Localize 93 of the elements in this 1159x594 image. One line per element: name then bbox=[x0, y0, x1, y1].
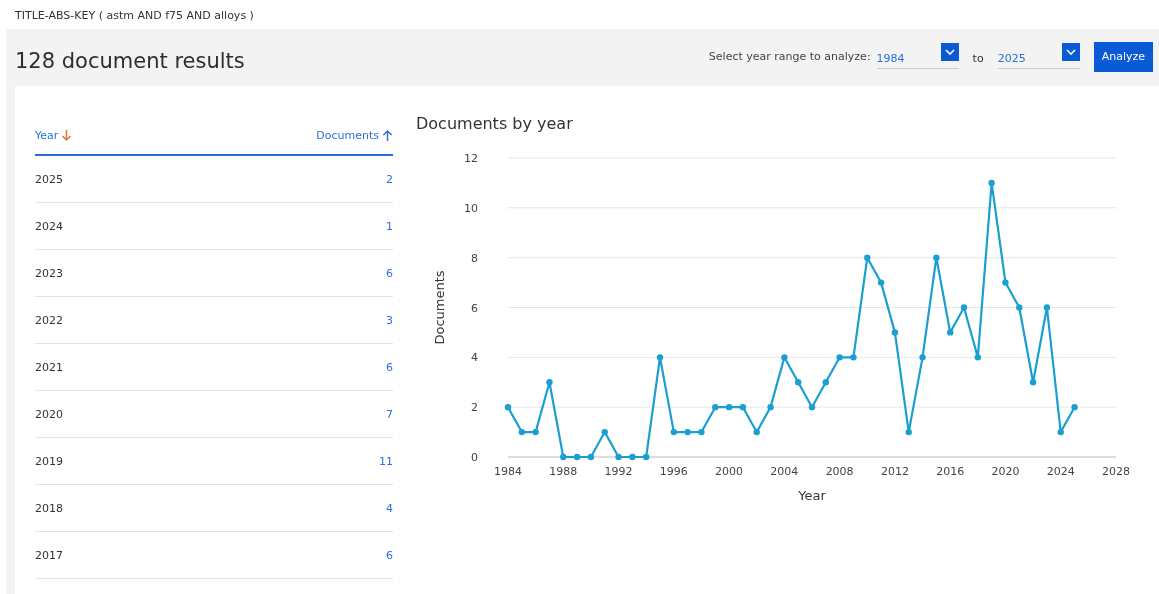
point bbox=[808, 403, 816, 411]
point bbox=[518, 428, 526, 436]
chart-title: Documents by year bbox=[416, 114, 574, 135]
axis-tick-label: 0 bbox=[471, 451, 478, 464]
axis-tick-label: 1996 bbox=[659, 465, 688, 478]
column-header[interactable]: Documents bbox=[316, 116, 393, 154]
axis-tick-label: 2004 bbox=[770, 465, 799, 478]
document-count-link[interactable]: 11 bbox=[379, 454, 393, 468]
document-count-link[interactable]: 6 bbox=[386, 548, 393, 562]
document-count-link[interactable]: 1 bbox=[386, 219, 393, 233]
year-dropdown[interactable]: 1984 bbox=[876, 44, 959, 69]
point bbox=[615, 453, 622, 461]
point bbox=[781, 354, 788, 361]
analyze-button[interactable]: Analyze bbox=[1093, 41, 1153, 72]
results-title: 128 document results bbox=[15, 48, 245, 73]
point bbox=[753, 428, 760, 436]
axis-tick-label: 2024 bbox=[1046, 465, 1075, 478]
axis-tick-label: 2008 bbox=[825, 465, 854, 478]
axis-tick-label: 2 bbox=[471, 401, 478, 415]
axis-tick-label: 2012 bbox=[880, 465, 909, 478]
search-query: TITLE-ABS-KEY ( astm AND f75 AND alloys ) bbox=[14, 8, 255, 24]
point bbox=[532, 428, 539, 436]
point bbox=[587, 453, 595, 461]
axis-tick-label: 2016 bbox=[936, 465, 965, 478]
point bbox=[1043, 304, 1051, 311]
point bbox=[725, 403, 733, 411]
point bbox=[670, 428, 678, 436]
point bbox=[739, 403, 747, 411]
axis-tick-label: 1988 bbox=[549, 465, 578, 478]
axis-tick-label: 12 bbox=[464, 152, 478, 165]
document-count-link[interactable]: 2 bbox=[386, 172, 393, 186]
point bbox=[504, 403, 512, 411]
point bbox=[919, 354, 926, 361]
point bbox=[988, 179, 995, 187]
axis-tick-label: 2028 bbox=[1102, 465, 1130, 478]
point bbox=[684, 428, 691, 436]
point bbox=[1057, 428, 1064, 436]
axis-tick-label: 2000 bbox=[715, 465, 744, 478]
point bbox=[933, 254, 940, 261]
range-separator: to bbox=[972, 52, 984, 65]
point bbox=[712, 403, 719, 411]
document-count-link[interactable]: 4 bbox=[386, 501, 393, 515]
axis-tick-label: 1984 bbox=[494, 465, 522, 478]
table-cell: 2021 bbox=[35, 360, 63, 374]
document-count-link[interactable]: 3 bbox=[386, 313, 393, 327]
axis-tick-label: 8 bbox=[471, 251, 478, 265]
point bbox=[836, 354, 843, 361]
point bbox=[822, 379, 830, 386]
point bbox=[546, 379, 553, 386]
point bbox=[794, 379, 802, 386]
document-count-link[interactable]: 7 bbox=[386, 407, 393, 421]
table-cell: 2024 bbox=[35, 219, 63, 233]
point bbox=[1029, 379, 1037, 386]
point bbox=[656, 354, 664, 361]
table-cell: 2018 bbox=[35, 501, 63, 515]
point bbox=[905, 428, 912, 436]
point bbox=[573, 453, 581, 461]
table-cell: 2025 bbox=[35, 172, 63, 186]
point bbox=[642, 453, 650, 461]
point bbox=[877, 279, 885, 286]
point bbox=[560, 453, 567, 461]
table-cell: 2017 bbox=[35, 548, 63, 562]
point bbox=[698, 428, 705, 436]
table-cell: 2022 bbox=[35, 313, 63, 327]
point bbox=[864, 254, 871, 261]
axis-title: Year bbox=[798, 488, 826, 503]
axis-tick-label: 6 bbox=[471, 301, 478, 315]
table-cell: 2023 bbox=[35, 266, 63, 280]
document-count-link[interactable]: 6 bbox=[386, 360, 393, 374]
chevron-down-icon[interactable] bbox=[940, 42, 959, 61]
point bbox=[946, 329, 954, 336]
table-cell: 2019 bbox=[35, 454, 63, 468]
chevron-down-icon[interactable] bbox=[1061, 42, 1080, 61]
axis-tick-label: 4 bbox=[471, 351, 478, 365]
point bbox=[974, 354, 982, 361]
axis-tick-label: 1992 bbox=[604, 465, 633, 478]
point bbox=[601, 428, 608, 436]
point bbox=[850, 354, 857, 361]
year-dropdown[interactable]: 2025 bbox=[997, 44, 1080, 69]
document-count-link[interactable]: 6 bbox=[386, 266, 393, 280]
point bbox=[1071, 403, 1078, 411]
axis-tick-label: 10 bbox=[464, 201, 478, 215]
point bbox=[767, 403, 774, 411]
table-cell: 2020 bbox=[35, 407, 63, 421]
point bbox=[1016, 304, 1023, 311]
point bbox=[891, 329, 899, 336]
point bbox=[1002, 279, 1009, 286]
axis-tick-label: 2020 bbox=[991, 465, 1020, 478]
range-label: Select year range to analyze: bbox=[708, 50, 871, 63]
axis-title: Documents bbox=[432, 270, 447, 345]
point bbox=[629, 453, 636, 461]
column-header[interactable]: Year bbox=[35, 116, 73, 154]
point bbox=[960, 304, 968, 311]
